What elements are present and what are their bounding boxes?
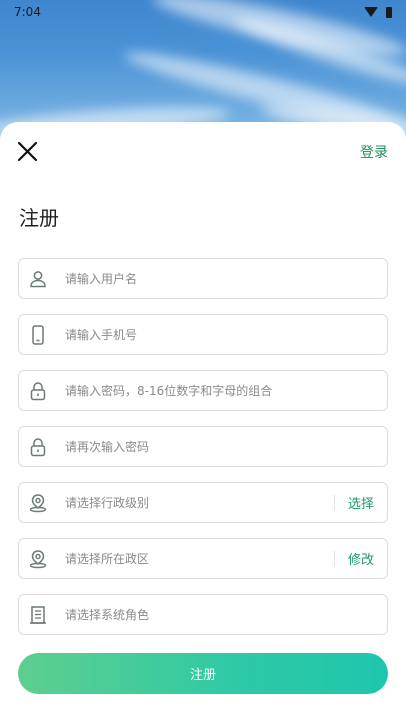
- select-admin-level-button[interactable]: 选择: [348, 493, 374, 512]
- role-field: [18, 594, 388, 635]
- password-field: [18, 370, 388, 411]
- close-icon: [17, 141, 38, 162]
- admin-level-field: 选择: [18, 482, 388, 523]
- location-icon: [27, 548, 49, 570]
- register-sheet: 登录 注册 请输入用户名 请输入手机号 请选择行政级别 选择 请选择所在政区 修…: [0, 122, 406, 722]
- user-icon: [27, 268, 49, 290]
- confirm-password-input[interactable]: [65, 427, 387, 466]
- phone-icon: [27, 324, 49, 346]
- confirm-password-field: [18, 426, 388, 467]
- phone-input[interactable]: [65, 315, 387, 354]
- wifi-icon: [364, 7, 378, 17]
- page-title: 注册: [19, 206, 59, 230]
- password-input[interactable]: [65, 371, 387, 410]
- lock-icon: [27, 436, 49, 458]
- modify-region-button[interactable]: 修改: [348, 549, 374, 568]
- divider: [333, 494, 335, 511]
- login-link[interactable]: 登录: [360, 142, 388, 162]
- admin-level-input[interactable]: [65, 483, 334, 522]
- phone-field: [18, 314, 388, 355]
- region-input[interactable]: [65, 539, 334, 578]
- location-icon: [27, 492, 49, 514]
- role-input[interactable]: [65, 595, 387, 634]
- region-field: 修改: [18, 538, 388, 579]
- divider: [333, 550, 335, 567]
- username-input[interactable]: [65, 259, 387, 298]
- building-icon: [27, 604, 49, 626]
- username-field: [18, 258, 388, 299]
- status-bar: 7:04: [0, 0, 406, 24]
- status-time: 7:04: [14, 5, 41, 19]
- battery-icon: [386, 6, 392, 18]
- close-button[interactable]: [14, 138, 42, 166]
- register-button[interactable]: 注册: [18, 653, 388, 694]
- lock-icon: [27, 380, 49, 402]
